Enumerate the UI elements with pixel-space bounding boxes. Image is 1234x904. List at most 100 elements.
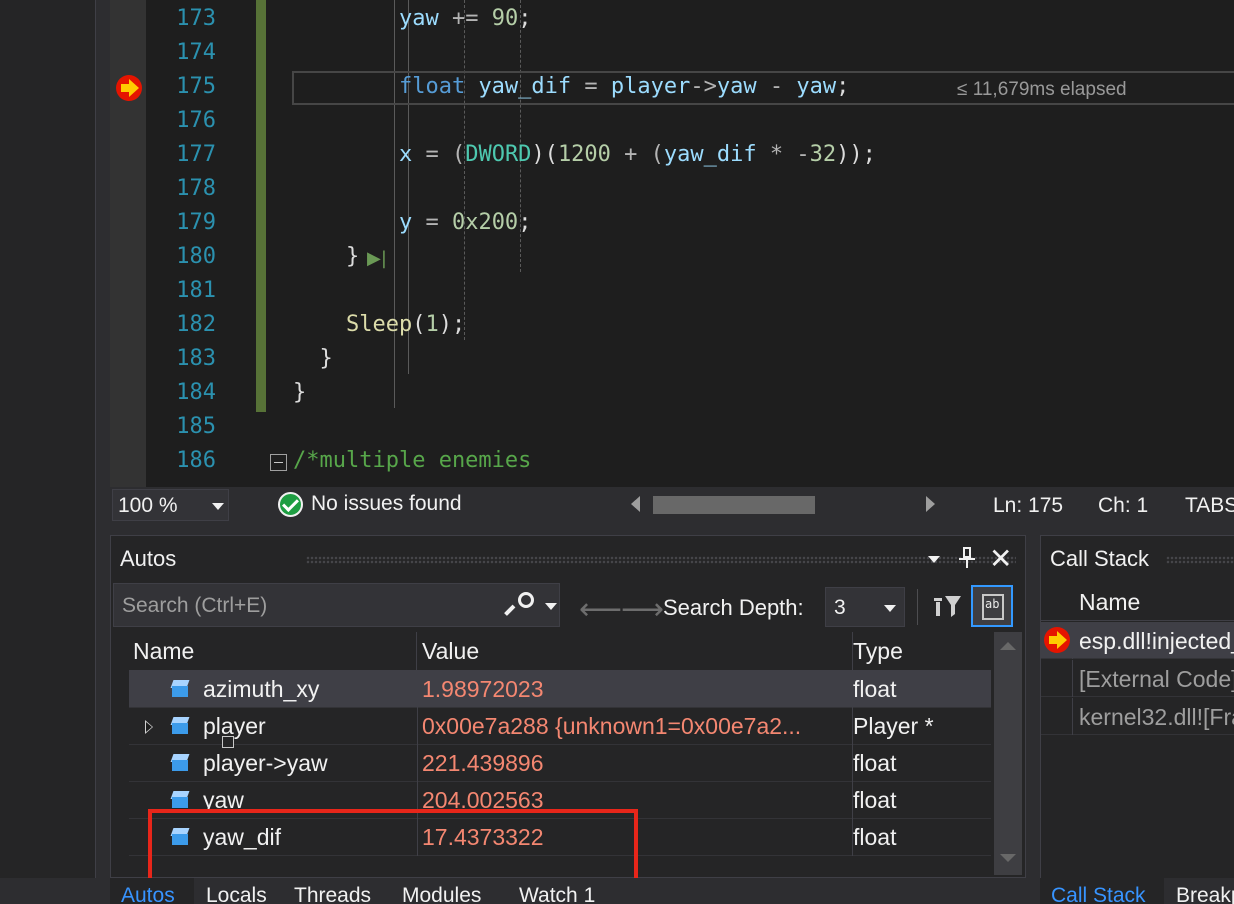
search-input[interactable] — [122, 592, 492, 620]
code-token: /*multiple enemies — [293, 448, 532, 473]
pin-icon[interactable] — [959, 547, 975, 569]
column-header-type[interactable]: Type — [853, 632, 991, 670]
code-line[interactable]: 176 — [146, 104, 1234, 138]
variable-type: Player * — [853, 713, 934, 739]
code-token: ; — [518, 210, 532, 235]
indent-mode-indicator[interactable]: TABS — [1185, 494, 1234, 518]
search-next-icon[interactable]: ⟶ — [621, 592, 664, 627]
horizontal-scrollbar-thumb[interactable] — [653, 496, 815, 514]
variable-icon — [170, 680, 190, 698]
code-token: yaw — [293, 6, 452, 31]
code-line[interactable]: 178 — [146, 172, 1234, 206]
code-line[interactable]: 184} — [146, 376, 1234, 410]
search-options-chevron-icon[interactable] — [545, 603, 557, 610]
line-number: 178 — [176, 176, 216, 201]
vertical-scrollbar[interactable] — [994, 632, 1022, 875]
column-header-name[interactable]: Name — [1079, 589, 1140, 616]
variable-type: float — [853, 750, 897, 776]
tab-call-stack[interactable]: Call Stack — [1051, 884, 1146, 904]
tab-modules[interactable]: Modules — [402, 884, 481, 904]
code-line[interactable]: 183 } — [146, 342, 1234, 376]
title-grip[interactable] — [1166, 556, 1234, 564]
close-icon[interactable]: ✕ — [989, 542, 1012, 575]
code-line[interactable]: 173 yaw += 90; — [146, 2, 1234, 36]
column-header-name[interactable]: Name — [133, 632, 417, 670]
line-number: 176 — [176, 108, 216, 133]
code-line[interactable]: 180 } — [146, 240, 1234, 274]
toolbar-separator — [917, 589, 918, 625]
call-stack-row[interactable]: esp.dll!injected_thread() — [1041, 622, 1234, 659]
run-to-cursor-icon[interactable]: ▶| — [367, 248, 387, 269]
code-token: ); — [438, 312, 466, 337]
variable-value[interactable]: 221.439896 — [422, 745, 852, 782]
editor-status-bar: 100 % No issues found Ln: 175 Ch: 1 TABS — [110, 487, 1234, 523]
tab-threads[interactable]: Threads — [294, 884, 371, 904]
breakpoint-gutter[interactable] — [110, 0, 146, 487]
breakpoint-current-icon[interactable] — [116, 75, 142, 101]
variable-name: player->yaw — [203, 750, 328, 776]
line-number: 173 — [176, 6, 216, 31]
code-token: 0x200 — [451, 210, 519, 235]
hexadecimal-display-toggle[interactable]: ab — [971, 585, 1013, 627]
code-line[interactable]: 186 /*multiple enemies — [146, 444, 1234, 478]
line-number: 177 — [176, 142, 216, 167]
code-line[interactable]: 179 y = 0x200; — [146, 206, 1234, 240]
code-token: 1 — [425, 312, 439, 337]
line-number: 182 — [176, 312, 216, 337]
collapse-region-icon[interactable] — [270, 454, 287, 471]
zoom-dropdown[interactable]: 100 % — [112, 489, 229, 521]
tab-breakpoints[interactable]: Breakpoints — [1176, 884, 1234, 904]
issues-status[interactable]: No issues found — [311, 492, 462, 516]
expand-arrow-icon[interactable] — [145, 720, 153, 734]
code-line[interactable]: 174 — [146, 36, 1234, 70]
check-circle-icon[interactable] — [278, 492, 303, 517]
filter-icon[interactable] — [933, 592, 963, 622]
perf-tip[interactable]: ≤ 11,679ms elapsed — [957, 79, 1127, 101]
tab-autos[interactable]: Autos — [121, 884, 175, 904]
chevron-down-icon — [884, 605, 896, 612]
call-stack-tabs: Call Stack Breakpoints — [1040, 878, 1234, 904]
variable-name: player — [203, 713, 266, 739]
search-previous-icon[interactable]: ⟵ — [579, 592, 622, 627]
debug-window-tabs: Autos Locals Threads Modules Watch 1 — [110, 878, 1040, 904]
search-icon[interactable] — [504, 592, 534, 620]
call-stack-row[interactable]: [External Code] — [1041, 660, 1234, 697]
tab-watch-1[interactable]: Watch 1 — [519, 884, 595, 904]
code-token: yaw — [716, 74, 757, 99]
code-token: DWORD — [465, 142, 532, 167]
code-line[interactable]: 185 — [146, 410, 1234, 444]
window-position-dropdown-icon[interactable] — [928, 556, 940, 563]
search-box[interactable] — [113, 583, 560, 627]
search-depth-select[interactable]: 3 — [825, 587, 905, 627]
frame-name: kernel32.dll![Frames below may be incorr… — [1079, 704, 1234, 730]
code-token: 32 — [809, 142, 837, 167]
variable-row[interactable]: player 0x00e7a288 {unknown1=0x00e7a2... Pl… — [129, 708, 991, 748]
code-token: 90 — [491, 6, 519, 31]
line-indicator[interactable]: Ln: 175 — [993, 494, 1063, 518]
scroll-up-icon[interactable] — [1000, 642, 1016, 650]
variable-type: float — [853, 824, 897, 850]
code-token: -> — [690, 74, 717, 99]
variable-row[interactable]: player->yaw 221.439896 float — [129, 745, 991, 782]
code-line[interactable]: 177 x = (DWORD)(1200 + (yaw_dif * -32)); — [146, 138, 1234, 172]
tab-locals[interactable]: Locals — [206, 884, 267, 904]
code-line[interactable]: 182 Sleep(1); — [146, 308, 1234, 342]
frame-name: [External Code] — [1079, 666, 1234, 692]
column-header-value[interactable]: Value — [422, 632, 853, 670]
code-editor[interactable]: 173 yaw += 90; 174 175 float yaw_dif = pla… — [110, 0, 1234, 487]
column-indicator[interactable]: Ch: 1 — [1098, 494, 1148, 518]
call-stack-row[interactable]: kernel32.dll![Frames below may be incorr… — [1041, 698, 1234, 735]
code-token: = — [425, 210, 452, 235]
variable-value[interactable]: 0x00e7a288 {unknown1=0x00e7a2... — [422, 708, 852, 745]
scroll-down-icon[interactable] — [1000, 854, 1016, 862]
code-line[interactable]: 181 — [146, 274, 1234, 308]
scroll-left-icon[interactable] — [631, 496, 640, 512]
line-number: 185 — [176, 414, 216, 439]
current-frame-icon — [1044, 627, 1070, 653]
variable-row[interactable]: azimuth_xy 1.98972023 float — [129, 671, 991, 708]
scroll-right-icon[interactable] — [926, 496, 935, 512]
autos-title: Autos — [120, 546, 177, 571]
code-text: } — [293, 240, 359, 274]
title-grip[interactable] — [306, 556, 1016, 564]
variable-value[interactable]: 1.98972023 — [422, 671, 852, 708]
